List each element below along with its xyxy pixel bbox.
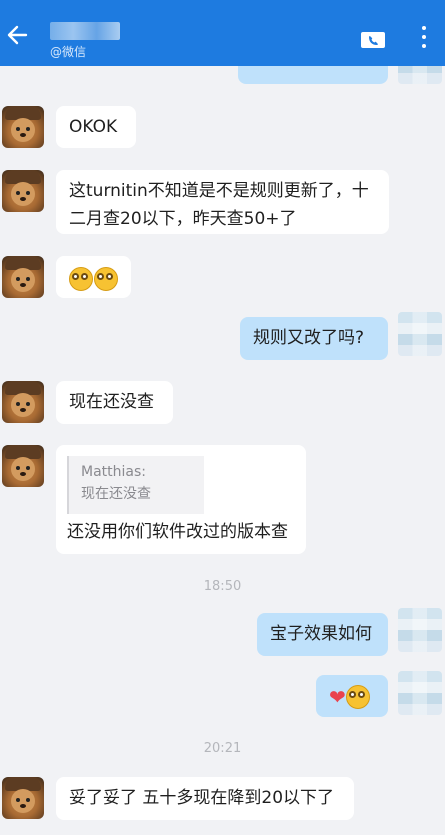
message-text-line: 这turnitin不知道是不是规则更新了，十 [69,181,369,201]
message-text: 规则又改了吗? [253,328,365,348]
contact-avatar[interactable] [2,106,44,148]
quoted-text: 现在还没查 [81,486,151,502]
message-text: OKOK [69,117,118,137]
message-text: 还没用你们软件改过的版本查 [67,522,288,542]
chat-header: @微信 [0,0,445,66]
quoted-message[interactable]: Matthias: 现在还没查 [67,456,204,514]
self-avatar[interactable] [398,608,442,652]
self-avatar[interactable] [398,312,442,356]
message-bubble-outgoing: 规则又改了吗? [240,317,388,360]
dizzy-face-emoji-icon [345,685,370,709]
message-bubble-incoming: 这turnitin不知道是不是规则更新了，十 二月查20以下，昨天查50+了 [56,170,389,234]
timestamp: 20:21 [203,741,242,756]
message-bubble-incoming: OKOK [56,106,136,148]
message-bubble-outgoing: 宝子效果如何 [257,613,388,656]
contact-avatar[interactable] [2,256,44,298]
more-options-icon[interactable] [418,26,430,52]
message-bubble-outgoing: ❤ [316,675,388,717]
video-call-icon[interactable] [360,31,386,49]
contact-avatar[interactable] [2,445,44,487]
dizzy-face-emoji-icon [69,267,93,291]
message-bubble-incoming: 妥了妥了 五十多现在降到20以下了 [56,777,354,820]
message-bubble-incoming [56,256,131,298]
contact-avatar[interactable] [2,170,44,212]
self-avatar[interactable] [398,671,442,715]
contact-name-blurred [50,22,120,40]
message-text: 宝子效果如何 [270,624,372,644]
message-text: 妥了妥了 五十多现在降到20以下了 [69,788,335,808]
message-text-line: 二月查20以下，昨天查50+了 [69,209,297,229]
contact-avatar[interactable] [2,777,44,819]
message-bubble-incoming-reply: Matthias: 现在还没查 还没用你们软件改过的版本查 [56,445,306,554]
timestamp: 18:50 [203,579,242,594]
quoted-sender: Matthias: [81,464,146,480]
contact-avatar[interactable] [2,381,44,423]
message-bubble-incoming: 现在还没查 [56,381,173,424]
message-text: 现在还没查 [69,392,154,412]
contact-subtitle: @微信 [50,45,87,59]
back-arrow-icon[interactable] [6,24,28,46]
dizzy-face-emoji-icon [94,267,118,291]
heart-emoji-icon: ❤ [329,685,346,709]
